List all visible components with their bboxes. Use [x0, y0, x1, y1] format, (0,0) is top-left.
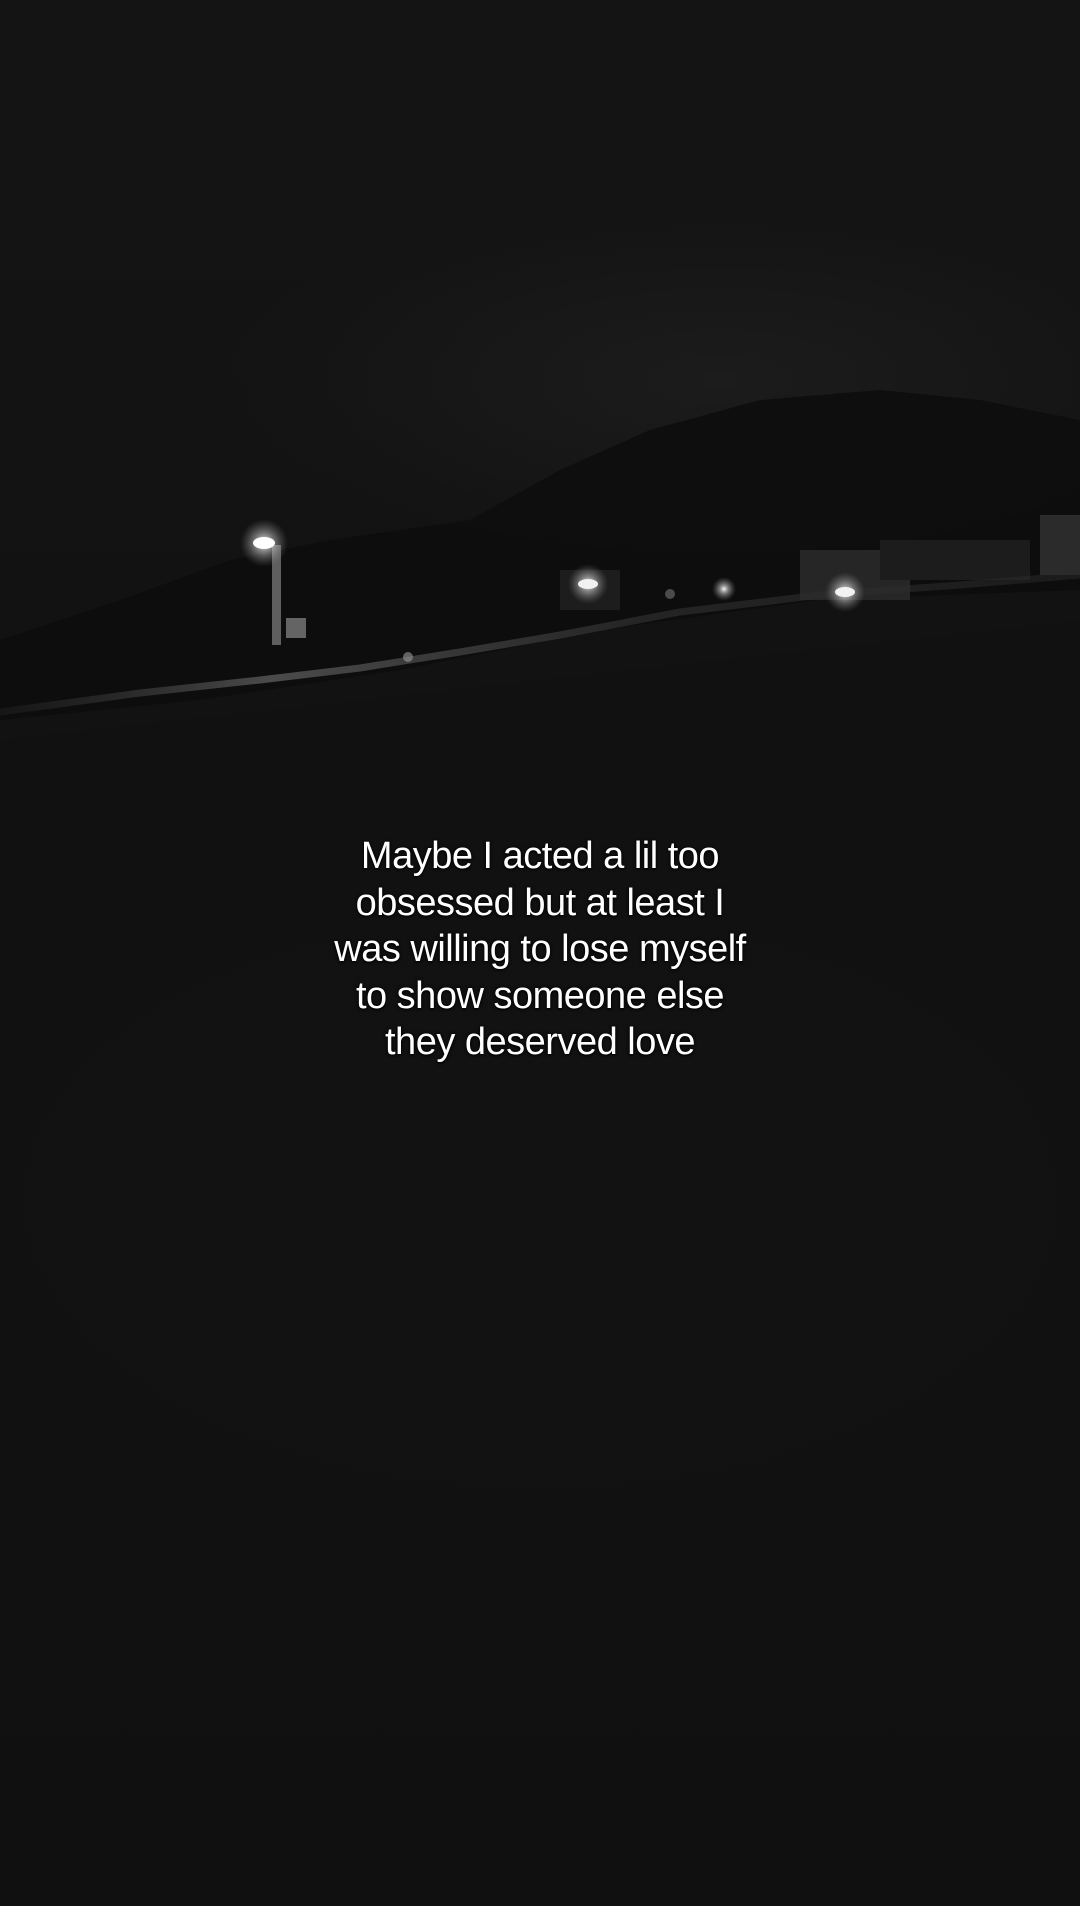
far-building: [1040, 515, 1080, 575]
lamp-sign: [286, 618, 306, 638]
caption-line: they deserved love: [385, 1021, 695, 1063]
field-shadow: [0, 620, 1080, 1906]
caption-line: Maybe I acted a lil too: [360, 835, 720, 877]
street-light: [712, 577, 736, 601]
street-light: [253, 537, 275, 549]
distant-light: [403, 652, 413, 662]
street-light: [578, 579, 598, 589]
caption-line: to show someone else: [355, 974, 725, 1017]
caption-line: obsessed but at least I: [355, 881, 725, 924]
caption-line: was willing to lose myself: [334, 928, 746, 970]
distant-light: [665, 589, 675, 599]
caption-text: Maybe I acted a lil too obsessed but at …: [240, 833, 840, 1066]
street-light: [835, 587, 855, 597]
far-building: [880, 540, 1030, 580]
